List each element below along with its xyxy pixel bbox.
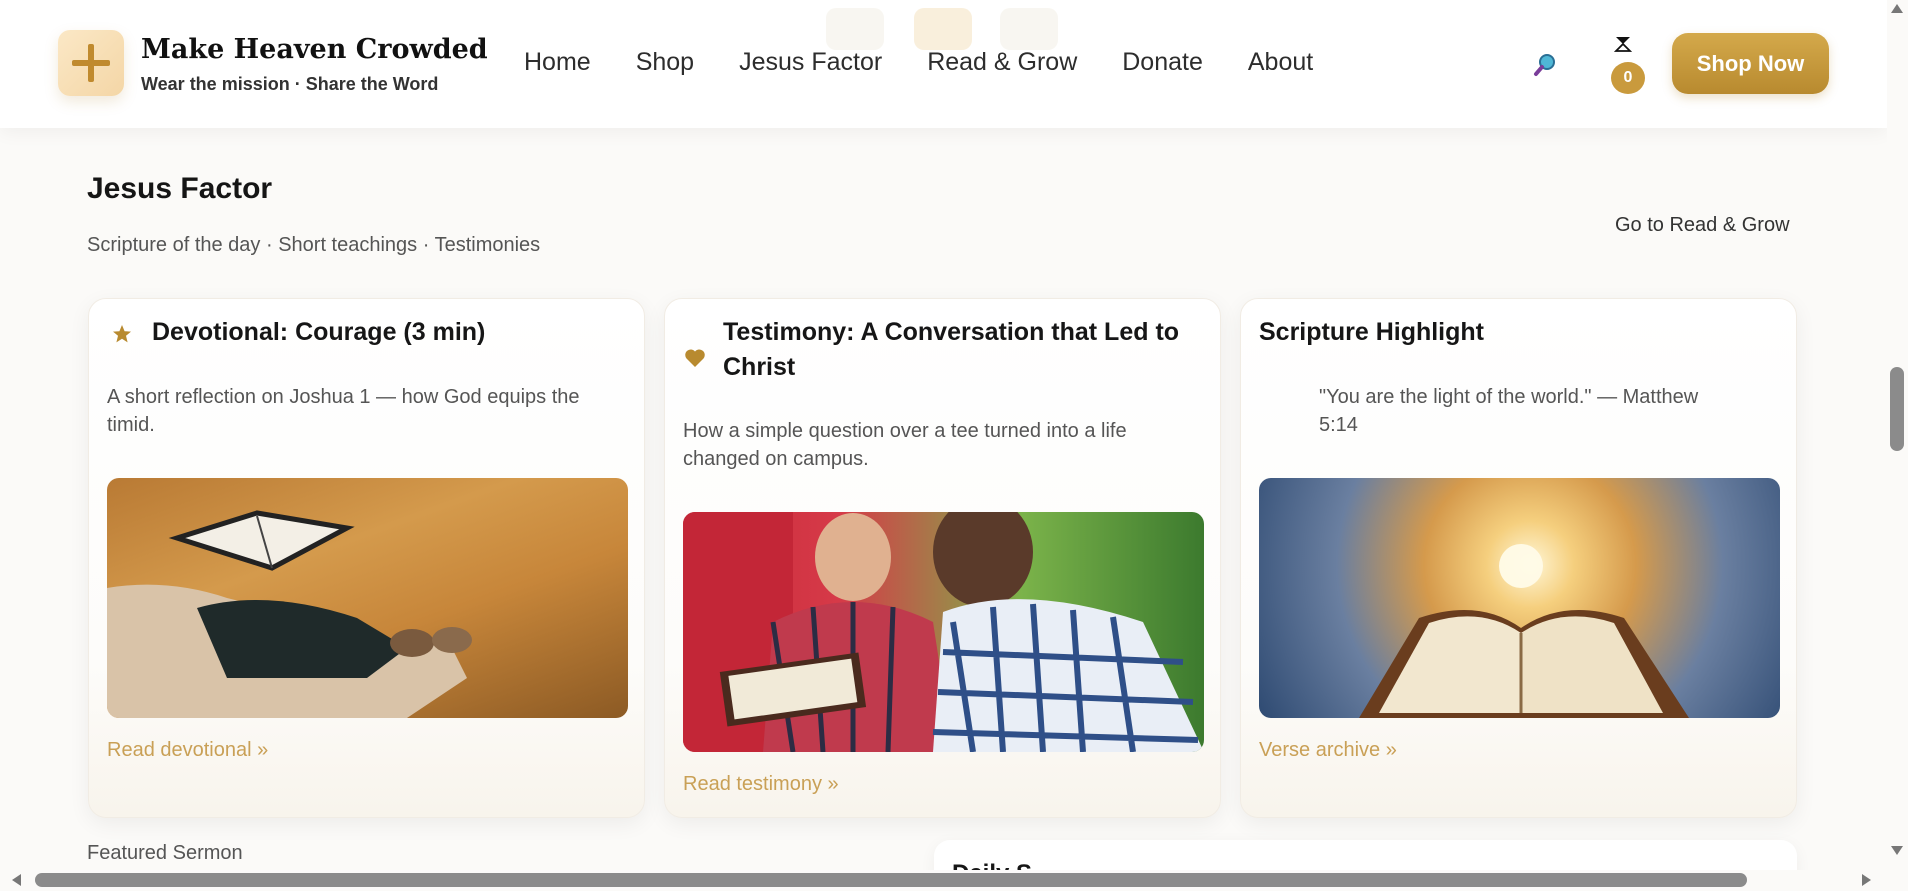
ghost-nav-shadow [826, 8, 884, 50]
vertical-scroll-thumb[interactable] [1890, 367, 1904, 451]
card-image[interactable] [107, 478, 628, 718]
logo-icon[interactable] [58, 30, 124, 96]
scroll-down-arrow-icon[interactable] [1891, 846, 1903, 855]
devotional-card: Devotional: Courage (3 min) A short refl… [88, 298, 645, 818]
nav-item-home[interactable]: Home [524, 48, 591, 77]
card-image[interactable] [1259, 478, 1780, 718]
nav-item-jesus-factor[interactable]: Jesus Factor [739, 48, 882, 77]
verse-archive-link[interactable]: Verse archive » [1259, 739, 1397, 762]
card-title[interactable]: Devotional: Courage (3 min) [152, 315, 622, 350]
read-devotional-link[interactable]: Read devotional » [107, 739, 268, 762]
scroll-left-arrow-icon[interactable] [12, 874, 21, 886]
nav-item-donate[interactable]: Donate [1122, 48, 1203, 77]
nav-item-read-grow[interactable]: Read & Grow [927, 48, 1077, 77]
main-nav: Home Shop Jesus Factor Read & Grow Donat… [524, 48, 1358, 77]
horizontal-scroll-thumb[interactable] [35, 873, 1747, 887]
scripture-highlight-card: Scripture Highlight "You are the light o… [1240, 298, 1797, 818]
cart-count-badge: 0 [1611, 62, 1645, 94]
two-men-reading-bible-image [683, 512, 1204, 752]
go-to-read-grow-link[interactable]: Go to Read & Grow [1615, 214, 1790, 237]
card-image[interactable] [683, 512, 1204, 752]
partial-heading: Daily S [952, 860, 1032, 870]
brand-tagline: Wear the mission · Share the Word [141, 74, 439, 94]
daily-section-card: Daily S [934, 840, 1797, 870]
heart-icon [685, 349, 705, 367]
read-testimony-link[interactable]: Read testimony » [683, 773, 839, 796]
scroll-up-arrow-icon[interactable] [1891, 4, 1903, 13]
card-title[interactable]: Testimony: A Conversation that Led to Ch… [723, 315, 1203, 385]
shop-now-button[interactable]: Shop Now [1672, 33, 1829, 94]
testimony-card: Testimony: A Conversation that Led to Ch… [664, 298, 1221, 818]
card-title[interactable]: Scripture Highlight [1259, 315, 1779, 350]
site-header: Make Heaven Crowded Wear the mission · S… [0, 0, 1887, 128]
featured-sermon-label: Featured Sermon [87, 842, 243, 864]
scroll-right-arrow-icon[interactable] [1862, 874, 1871, 886]
page-viewport: Make Heaven Crowded Wear the mission · S… [0, 0, 1887, 870]
open-bible-sky-image [1359, 544, 1689, 718]
card-description: How a simple question over a tee turned … [683, 420, 1127, 470]
scripture-quote: "You are the light of the world." — Matt… [1319, 386, 1699, 436]
brand-title[interactable]: Make Heaven Crowded [141, 34, 488, 65]
star-icon [113, 325, 131, 343]
ghost-nav-shadow [1000, 8, 1058, 50]
ghost-logo-shadow [914, 8, 972, 50]
search-icon[interactable] [1533, 52, 1557, 78]
hourglass-cart-icon [1614, 37, 1632, 52]
section-title: Jesus Factor [87, 172, 273, 205]
nav-item-about[interactable]: About [1248, 48, 1313, 77]
card-description: A short reflection on Joshua 1 — how God… [107, 386, 580, 436]
person-reading-bible-image [107, 510, 472, 718]
section-subtitle: Scripture of the day · Short teachings ·… [87, 234, 541, 256]
nav-item-shop[interactable]: Shop [636, 48, 694, 77]
